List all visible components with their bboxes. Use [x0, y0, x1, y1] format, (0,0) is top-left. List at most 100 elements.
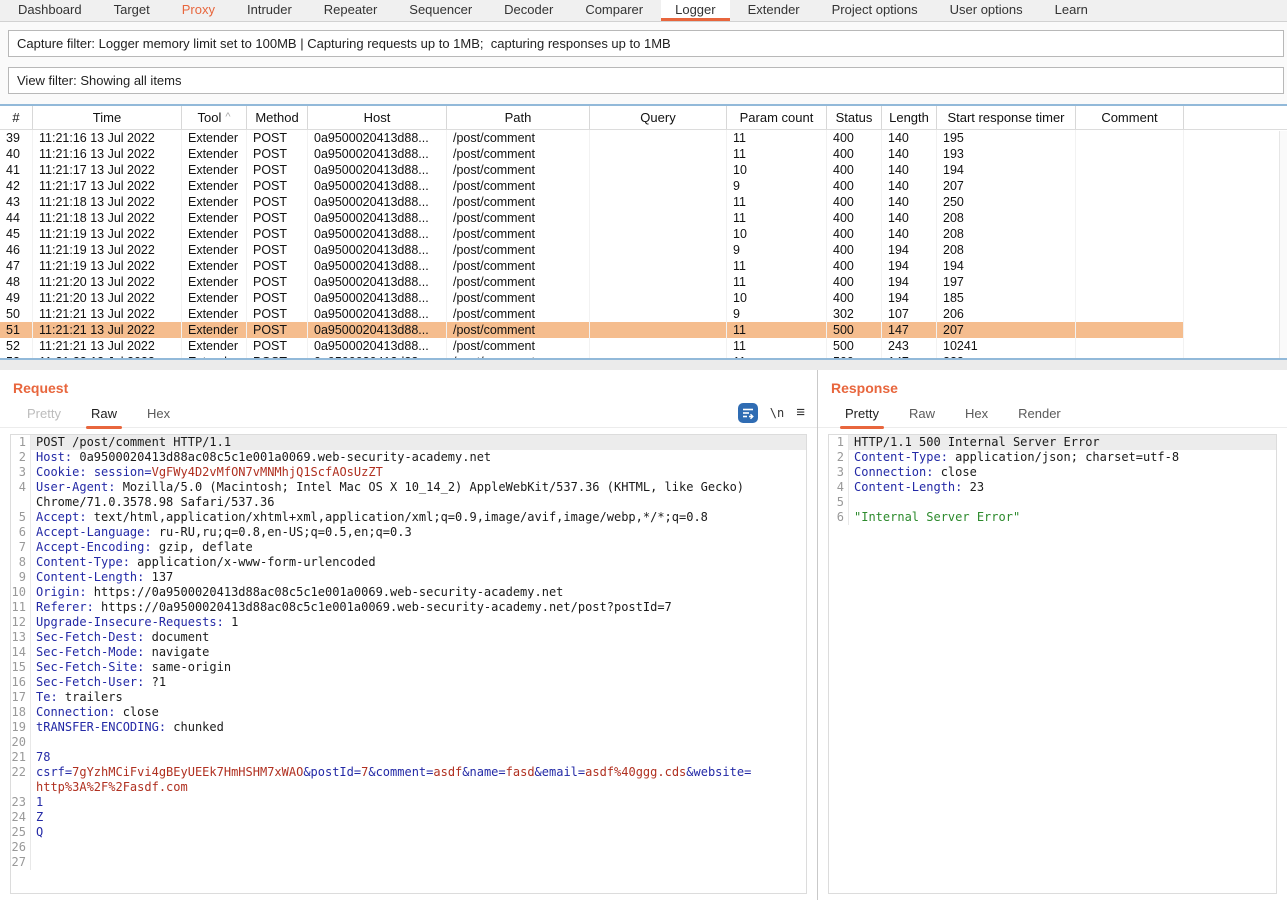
menu-tab-target[interactable]: Target [100, 0, 164, 21]
menu-tab-repeater[interactable]: Repeater [310, 0, 391, 21]
cell-query [590, 290, 727, 306]
table-row[interactable]: 5011:21:21 13 Jul 2022ExtenderPOST0a9500… [0, 306, 1287, 322]
menu-tab-user-options[interactable]: User options [936, 0, 1037, 21]
cell-param-count: 10 [727, 226, 827, 242]
cell-comment [1076, 178, 1184, 194]
column-header--[interactable]: # [0, 106, 33, 129]
table-row[interactable]: 4111:21:17 13 Jul 2022ExtenderPOST0a9500… [0, 162, 1287, 178]
menu-tab-proxy[interactable]: Proxy [168, 0, 229, 21]
menu-tab-decoder[interactable]: Decoder [490, 0, 567, 21]
table-row[interactable]: 5211:21:21 13 Jul 2022ExtenderPOST0a9500… [0, 338, 1287, 354]
cell-length: 140 [882, 146, 937, 162]
menu-tab-extender[interactable]: Extender [734, 0, 814, 21]
capture-filter-bar[interactable]: Capture filter: Logger memory limit set … [8, 30, 1284, 57]
request-tab-raw[interactable]: Raw [76, 402, 132, 428]
column-header-method[interactable]: Method [247, 106, 308, 129]
menu-tab-sequencer[interactable]: Sequencer [395, 0, 486, 21]
response-tab-hex[interactable]: Hex [950, 402, 1003, 428]
response-tab-render[interactable]: Render [1003, 402, 1076, 428]
cell-length: 194 [882, 274, 937, 290]
code-segment: close [115, 705, 158, 719]
cell-path: /post/comment [447, 322, 590, 338]
cell-tool: Extender [182, 178, 247, 194]
horizontal-splitter[interactable] [0, 360, 1287, 370]
code-segment: 78 [36, 750, 50, 764]
menu-tab-project-options[interactable]: Project options [818, 0, 932, 21]
column-header-comment[interactable]: Comment [1076, 106, 1184, 129]
response-editor[interactable]: 1HTTP/1.1 500 Internal Server Error2Cont… [828, 434, 1277, 894]
code-segment: Content-Type: [36, 555, 130, 569]
request-tab-hex[interactable]: Hex [132, 402, 185, 428]
column-header-tool[interactable]: Tool^ [182, 106, 247, 129]
cell-comment [1076, 242, 1184, 258]
cell-path: /post/comment [447, 258, 590, 274]
line-number: 6 [829, 510, 849, 525]
request-editor[interactable]: 1POST /post/comment HTTP/1.12Host: 0a950… [10, 434, 807, 894]
code-segment: text/html,application/xhtml+xml,applicat… [87, 510, 708, 524]
code-segment: 137 [144, 570, 173, 584]
code-segment: Accept: [36, 510, 87, 524]
menu-tab-logger[interactable]: Logger [661, 0, 729, 21]
menu-tab-learn[interactable]: Learn [1041, 0, 1102, 21]
table-row[interactable]: 3911:21:16 13 Jul 2022ExtenderPOST0a9500… [0, 130, 1287, 146]
table-row[interactable]: 4011:21:16 13 Jul 2022ExtenderPOST0a9500… [0, 146, 1287, 162]
cell-comment [1076, 354, 1184, 360]
code-segment: asdf%40ggg.cds [585, 765, 686, 779]
wrap-lines-button[interactable] [738, 403, 758, 423]
cell--: 41 [0, 162, 33, 178]
table-row[interactable]: 4211:21:17 13 Jul 2022ExtenderPOST0a9500… [0, 178, 1287, 194]
menu-tab-comparer[interactable]: Comparer [571, 0, 657, 21]
column-header-status[interactable]: Status [827, 106, 882, 129]
view-filter-text: View filter: Showing all items [17, 73, 182, 88]
column-header-start-response-timer[interactable]: Start response timer [937, 106, 1076, 129]
table-row[interactable]: 5111:21:21 13 Jul 2022ExtenderPOST0a9500… [0, 322, 1287, 338]
column-header-host[interactable]: Host [308, 106, 447, 129]
column-header-path[interactable]: Path [447, 106, 590, 129]
column-header-time[interactable]: Time [33, 106, 182, 129]
menu-tab-dashboard[interactable]: Dashboard [4, 0, 96, 21]
cell-start-response-timer: 207 [937, 322, 1076, 338]
line-number [11, 495, 31, 510]
column-header-label: Length [889, 110, 929, 125]
line-content: HTTP/1.1 500 Internal Server Error [849, 435, 1276, 450]
cell-length: 194 [882, 258, 937, 274]
table-row[interactable]: 4711:21:19 13 Jul 2022ExtenderPOST0a9500… [0, 258, 1287, 274]
cell-comment [1076, 290, 1184, 306]
code-line: 8Content-Type: application/x-www-form-ur… [11, 555, 806, 570]
cell-length: 140 [882, 194, 937, 210]
code-segment: http%3A%2F%2Fasdf.com [36, 780, 188, 794]
code-segment: https://0a9500020413d88ac08c5c1e001a0069… [94, 600, 672, 614]
table-row[interactable]: 4411:21:18 13 Jul 2022ExtenderPOST0a9500… [0, 210, 1287, 226]
cell-path: /post/comment [447, 130, 590, 146]
table-row[interactable]: 4911:21:20 13 Jul 2022ExtenderPOST0a9500… [0, 290, 1287, 306]
column-header-param-count[interactable]: Param count [727, 106, 827, 129]
code-line: 24Z [11, 810, 806, 825]
table-row[interactable]: 4311:21:18 13 Jul 2022ExtenderPOST0a9500… [0, 194, 1287, 210]
table-row[interactable]: 4511:21:19 13 Jul 2022ExtenderPOST0a9500… [0, 226, 1287, 242]
non-printing-characters-icon[interactable]: \n [770, 406, 784, 420]
code-line: 13Sec-Fetch-Dest: document [11, 630, 806, 645]
cell-tool: Extender [182, 290, 247, 306]
line-number: 23 [11, 795, 31, 810]
response-tab-pretty[interactable]: Pretty [830, 402, 894, 428]
line-content: csrf=7gYzhMCiFvi4gBEyUEEk7HmHSHM7xWAO&po… [31, 765, 806, 780]
table-row[interactable]: 4611:21:19 13 Jul 2022ExtenderPOST0a9500… [0, 242, 1287, 258]
editor-settings-menu-icon[interactable]: ≡ [796, 405, 805, 420]
cell-method: POST [247, 226, 308, 242]
table-row[interactable]: 5311:21:22 13 Jul 2022ExtenderPOST0a9500… [0, 354, 1287, 360]
table-row[interactable]: 4811:21:20 13 Jul 2022ExtenderPOST0a9500… [0, 274, 1287, 290]
response-tab-raw[interactable]: Raw [894, 402, 950, 428]
view-filter-bar[interactable]: View filter: Showing all items [8, 67, 1284, 94]
column-header-query[interactable]: Query [590, 106, 727, 129]
line-content [31, 855, 806, 870]
line-content: tRANSFER-ENCODING: chunked [31, 720, 806, 735]
column-header-length[interactable]: Length [882, 106, 937, 129]
cell-query [590, 162, 727, 178]
table-vertical-scrollbar[interactable] [1279, 131, 1287, 358]
cell-method: POST [247, 354, 308, 360]
cell-query [590, 194, 727, 210]
code-segment: tRANSFER-ENCODING: [36, 720, 166, 734]
cell-query [590, 354, 727, 360]
menu-tab-intruder[interactable]: Intruder [233, 0, 306, 21]
code-line: 26 [11, 840, 806, 855]
